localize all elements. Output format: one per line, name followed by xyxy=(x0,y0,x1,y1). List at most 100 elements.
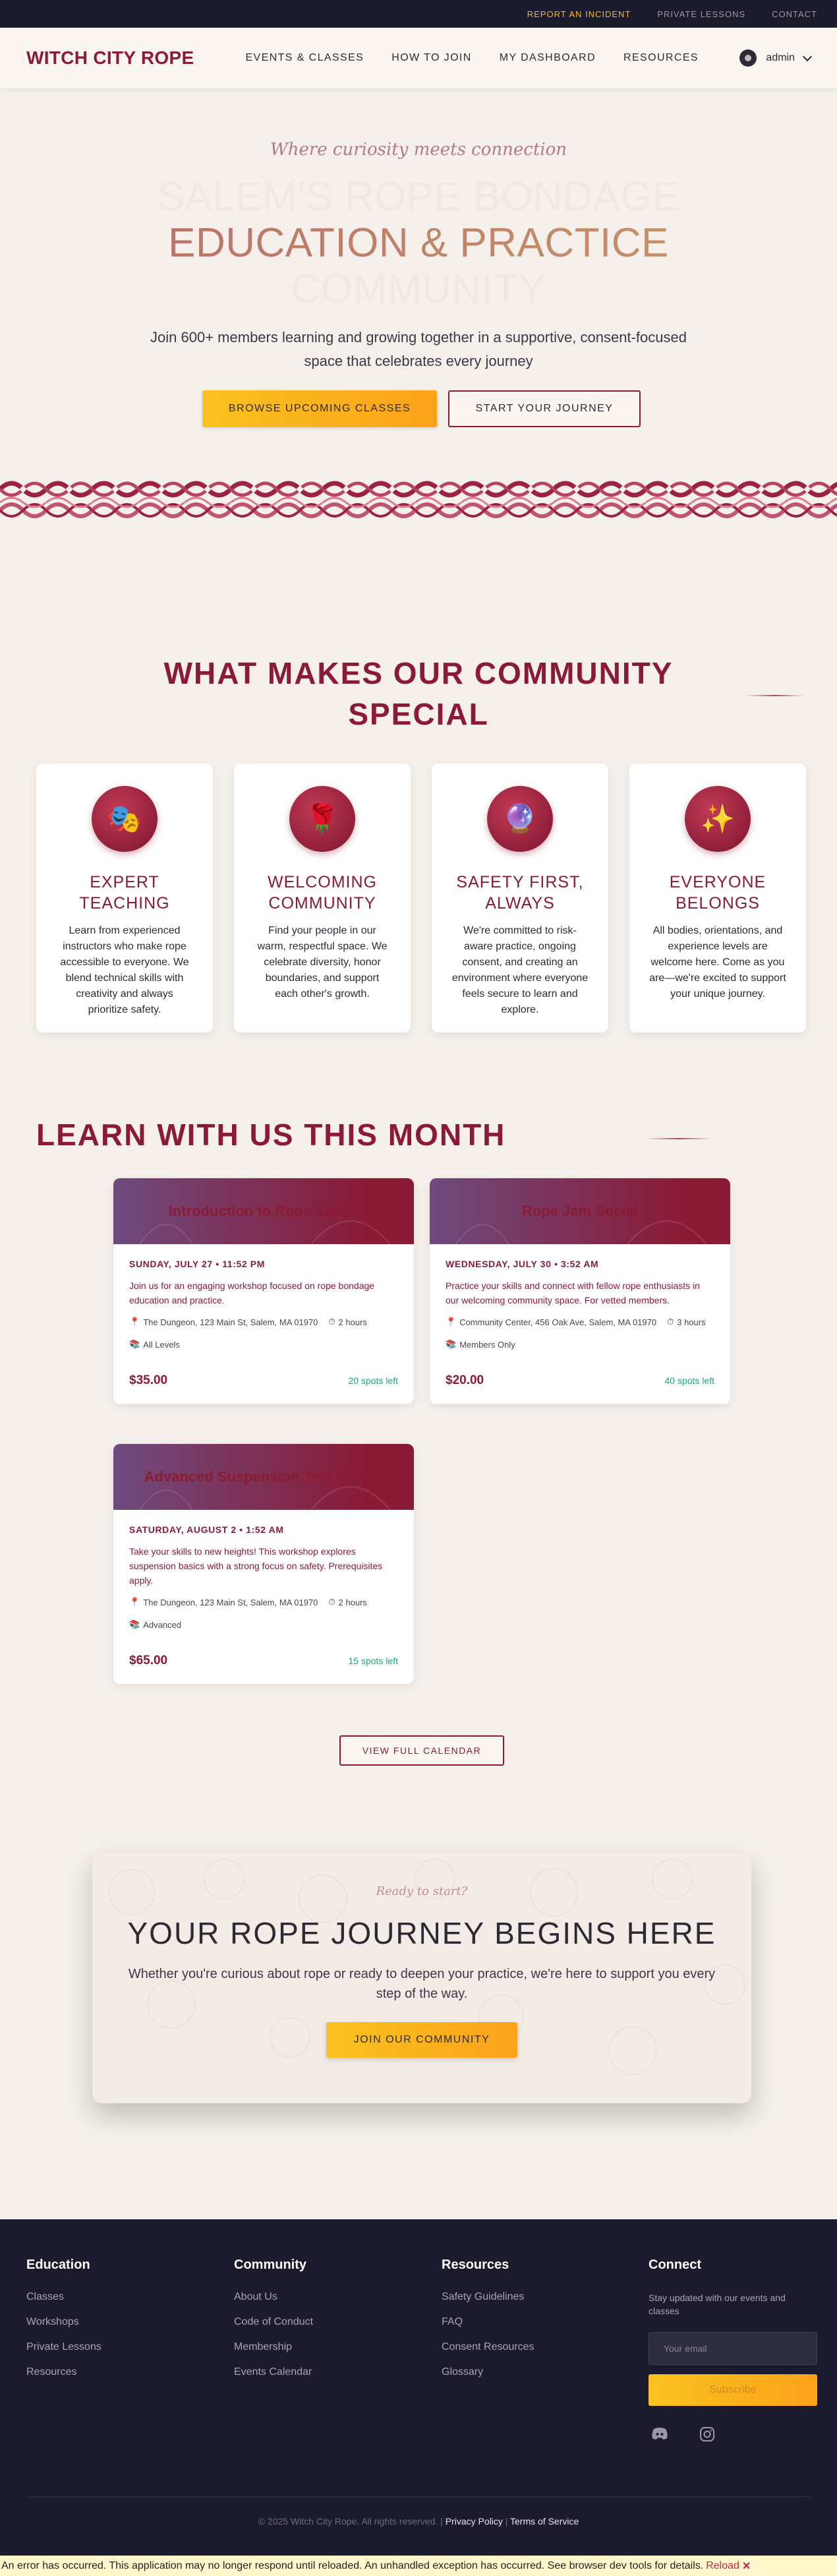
rope-divider xyxy=(0,473,837,526)
features-title-text: WHAT MAKES OUR COMMUNITY SPECIAL xyxy=(163,656,674,731)
feature-card-welcoming-community: 🌹 WELCOMING COMMUNITY Find your people i… xyxy=(234,764,411,1033)
feature-card-title: WELCOMING COMMUNITY xyxy=(268,873,377,913)
site-logo[interactable]: WITCH CITY ROPE xyxy=(26,47,194,69)
start-journey-button[interactable]: START YOUR JOURNEY xyxy=(448,390,641,427)
clock-icon: ⏱ xyxy=(328,1597,335,1607)
close-icon[interactable]: ✕ xyxy=(742,2560,751,2573)
books-icon: 📚 xyxy=(129,1339,140,1349)
discord-icon[interactable] xyxy=(651,2427,668,2440)
event-location-text: The Dungeon, 123 Main St, Salem, MA 0197… xyxy=(143,1597,318,1607)
footer-link-resources[interactable]: Resources xyxy=(26,2366,101,2378)
event-duration: ⏱ 3 hours xyxy=(667,1317,706,1327)
nav-how-to-join[interactable]: HOW TO JOIN xyxy=(391,52,471,64)
footer-link-faq[interactable]: FAQ xyxy=(442,2316,534,2328)
event-spots: 15 spots left xyxy=(348,1656,399,1666)
footer-link-workshops[interactable]: Workshops xyxy=(26,2316,101,2328)
footer-heading: Resources xyxy=(442,2258,509,2272)
books-icon: 📚 xyxy=(446,1339,457,1349)
event-banner: Advanced Suspension Techniques xyxy=(113,1444,414,1510)
crystal-ball-icon: 🔮 xyxy=(487,786,553,852)
privacy-policy-link[interactable]: Privacy Policy xyxy=(446,2516,503,2527)
clock-icon: ⏱ xyxy=(667,1317,674,1327)
hero-title-line-2: EDUCATION & PRACTICE xyxy=(0,220,837,266)
footer-copyright: © 2025 Witch City Rope. All rights reser… xyxy=(0,2516,837,2527)
event-name: Rope Jam Social xyxy=(521,1203,639,1219)
view-calendar-button[interactable]: VIEW FULL CALENDAR xyxy=(339,1735,504,1766)
error-banner: An error has occurred. This application … xyxy=(0,2556,837,2576)
theater-masks-icon: 🎭 xyxy=(92,786,158,852)
social-links xyxy=(649,2427,817,2441)
event-date: SATURDAY, AUGUST 2 • 1:52 AM xyxy=(129,1524,284,1535)
event-description: Join us for an engaging workshop focused… xyxy=(129,1280,375,1305)
event-duration-text: 3 hours xyxy=(677,1317,706,1327)
event-spots: 40 spots left xyxy=(664,1375,715,1386)
event-level-text: Members Only xyxy=(459,1339,515,1350)
footer-link-glossary[interactable]: Glossary xyxy=(442,2366,534,2378)
copyright-text: © 2025 Witch City Rope. All rights reser… xyxy=(258,2516,438,2527)
event-level: 📚 Advanced xyxy=(129,1619,181,1630)
event-card[interactable]: Advanced Suspension Techniques SATURDAY,… xyxy=(113,1444,414,1684)
feature-card-text: Find your people in our warm, respectful… xyxy=(257,925,388,1000)
event-location: 📍 The Dungeon, 123 Main St, Salem, MA 019… xyxy=(129,1597,318,1607)
event-duration: ⏱ 2 hours xyxy=(328,1317,367,1327)
private-lessons-link[interactable]: PRIVATE LESSONS xyxy=(657,9,745,19)
footer-link-membership[interactable]: Membership xyxy=(234,2341,313,2353)
event-card[interactable]: Rope Jam Social WEDNESDAY, JULY 30 • 3:5… xyxy=(430,1178,730,1404)
nav-my-dashboard[interactable]: MY DASHBOARD xyxy=(500,52,596,64)
feature-card-title: SAFETY FIRST, ALWAYS xyxy=(456,873,584,913)
footer-education: Education Classes Workshops Private Less… xyxy=(26,2258,101,2391)
map-pin-icon: 📍 xyxy=(129,1597,140,1607)
feature-card-safety-first: 🔮 SAFETY FIRST, ALWAYS We're committed t… xyxy=(432,764,608,1033)
event-duration-text: 2 hours xyxy=(338,1317,367,1327)
contact-link[interactable]: CONTACT xyxy=(772,9,817,19)
footer-link-code-of-conduct[interactable]: Code of Conduct xyxy=(234,2316,313,2328)
event-card[interactable]: Introduction to Rope Safety SUNDAY, JULY… xyxy=(113,1178,414,1404)
separator: | xyxy=(505,2516,508,2527)
features-title: WHAT MAKES OUR COMMUNITY SPECIAL xyxy=(0,653,837,734)
utility-bar: REPORT AN INCIDENT PRIVATE LESSONS CONTA… xyxy=(0,0,837,28)
subscribe-button[interactable]: Subscribe xyxy=(649,2374,817,2406)
separator: | xyxy=(440,2516,443,2527)
feature-card-text: All bodies, orientations, and experience… xyxy=(649,925,786,1000)
site-header: WITCH CITY ROPE EVENTS & CLASSES HOW TO … xyxy=(0,28,837,88)
footer-connect: Connect Stay updated with our events and… xyxy=(649,2258,817,2441)
hero-title-line-3: COMMUNITY xyxy=(291,266,546,312)
cta-section: Ready to start? YOUR ROPE JOURNEY BEGINS… xyxy=(92,1853,751,2103)
event-duration-text: 2 hours xyxy=(338,1597,367,1607)
footer-divider xyxy=(26,2496,811,2497)
event-banner: Rope Jam Social xyxy=(430,1178,730,1244)
instagram-icon[interactable] xyxy=(700,2427,714,2441)
footer-link-events-calendar[interactable]: Events Calendar xyxy=(234,2366,313,2378)
user-menu[interactable]: admin xyxy=(739,49,813,67)
user-name: admin xyxy=(766,52,795,63)
footer-heading: Connect xyxy=(649,2258,701,2272)
user-avatar-icon xyxy=(739,49,757,67)
learn-title: LEARN WITH US THIS MONTH xyxy=(36,1118,506,1152)
nav-events-classes[interactable]: EVENTS & CLASSES xyxy=(245,52,364,64)
nav-resources[interactable]: RESOURCES xyxy=(623,52,699,64)
footer-heading: Community xyxy=(234,2258,306,2272)
terms-link[interactable]: Terms of Service xyxy=(510,2516,579,2527)
event-meta: 📍 Community Center, 456 Oak Ave, Salem, M… xyxy=(446,1317,714,1350)
map-pin-icon: 📍 xyxy=(129,1317,140,1327)
event-duration: ⏱ 2 hours xyxy=(328,1597,367,1607)
site-footer: Education Classes Workshops Private Less… xyxy=(0,2219,837,2556)
footer-link-classes[interactable]: Classes xyxy=(26,2291,101,2303)
browse-classes-button[interactable]: BROWSE UPCOMING CLASSES xyxy=(202,390,437,427)
event-level: 📚 Members Only xyxy=(446,1339,515,1350)
footer-link-consent[interactable]: Consent Resources xyxy=(442,2341,534,2353)
feature-cards: 🎭 EXPERT TEACHING Learn from experienced… xyxy=(36,764,806,1033)
event-location-text: The Dungeon, 123 Main St, Salem, MA 0197… xyxy=(143,1317,318,1327)
join-community-button[interactable]: JOIN OUR COMMUNITY xyxy=(326,2022,517,2058)
footer-link-private-lessons[interactable]: Private Lessons xyxy=(26,2341,101,2353)
report-incident-link[interactable]: REPORT AN INCIDENT xyxy=(527,9,631,19)
footer-link-about[interactable]: About Us xyxy=(234,2291,313,2303)
cta-eyebrow: Ready to start? xyxy=(376,1884,468,1898)
books-icon: 📚 xyxy=(129,1619,140,1629)
newsletter-blurb: Stay updated with our events and classes xyxy=(649,2292,786,2316)
footer-link-safety[interactable]: Safety Guidelines xyxy=(442,2291,534,2303)
footer-community: Community About Us Code of Conduct Membe… xyxy=(234,2258,313,2391)
reload-link[interactable]: Reload xyxy=(706,2560,739,2572)
email-input[interactable]: Your email xyxy=(649,2332,817,2365)
event-meta: 📍 The Dungeon, 123 Main St, Salem, MA 019… xyxy=(129,1597,398,1630)
